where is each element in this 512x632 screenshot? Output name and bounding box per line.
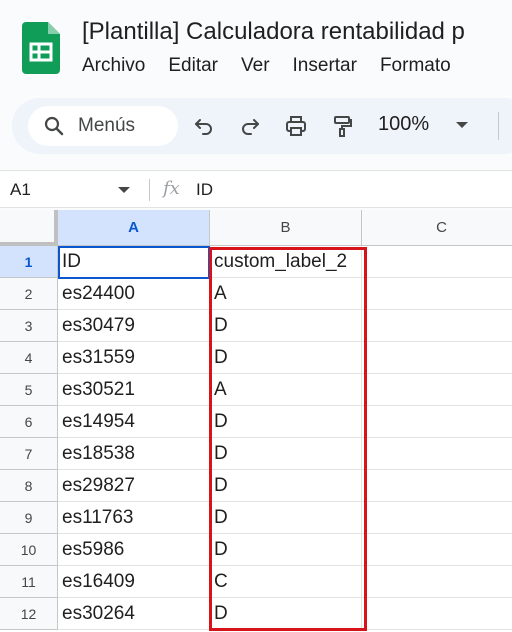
column-header-b[interactable]: B: [210, 210, 362, 246]
menu-formato[interactable]: Formato: [380, 55, 451, 77]
cell-b10[interactable]: D: [210, 534, 362, 566]
select-all-corner[interactable]: [0, 210, 58, 246]
cell-a5[interactable]: es30521: [58, 374, 210, 406]
row-header[interactable]: 2: [0, 278, 58, 310]
cell-c5[interactable]: [362, 374, 512, 406]
row-header[interactable]: 1: [0, 246, 58, 278]
cell-a10[interactable]: es5986: [58, 534, 210, 566]
cell-b7[interactable]: D: [210, 438, 362, 470]
toolbar-divider: [498, 112, 499, 140]
cell-a1[interactable]: ID: [58, 246, 210, 278]
menu-search[interactable]: Menús: [28, 106, 178, 146]
cell-c4[interactable]: [362, 342, 512, 374]
row-header[interactable]: 6: [0, 406, 58, 438]
row-header[interactable]: 9: [0, 502, 58, 534]
row-header[interactable]: 7: [0, 438, 58, 470]
cell-c9[interactable]: [362, 502, 512, 534]
menu-editar[interactable]: Editar: [168, 55, 218, 77]
sheets-logo-icon[interactable]: [22, 22, 60, 74]
undo-icon[interactable]: [192, 114, 216, 138]
toolbar: Menús 100%: [12, 98, 512, 154]
menu-archivo[interactable]: Archivo: [82, 55, 145, 77]
cell-c12[interactable]: [362, 598, 512, 630]
cell-c3[interactable]: [362, 310, 512, 342]
cell-b12[interactable]: D: [210, 598, 362, 630]
cell-c11[interactable]: [362, 566, 512, 598]
name-box[interactable]: A1: [10, 180, 31, 200]
cell-c8[interactable]: [362, 470, 512, 502]
cell-c10[interactable]: [362, 534, 512, 566]
menu-bar: Archivo Editar Ver Insertar Formato: [82, 55, 474, 77]
fx-icon: fx: [163, 178, 180, 199]
cell-b1[interactable]: custom_label_2: [210, 246, 362, 278]
cell-a3[interactable]: es30479: [58, 310, 210, 342]
cell-b5[interactable]: A: [210, 374, 362, 406]
cell-a6[interactable]: es14954: [58, 406, 210, 438]
chevron-down-icon[interactable]: [456, 122, 468, 128]
cell-b8[interactable]: D: [210, 470, 362, 502]
cell-b2[interactable]: A: [210, 278, 362, 310]
row-header[interactable]: 3: [0, 310, 58, 342]
cell-b9[interactable]: D: [210, 502, 362, 534]
cell-b4[interactable]: D: [210, 342, 362, 374]
row-header[interactable]: 4: [0, 342, 58, 374]
cell-a9[interactable]: es11763: [58, 502, 210, 534]
search-placeholder: Menús: [78, 115, 136, 136]
cell-c1[interactable]: [362, 246, 512, 278]
redo-icon[interactable]: [238, 114, 262, 138]
chevron-down-icon[interactable]: [118, 187, 130, 193]
row-header[interactable]: 12: [0, 598, 58, 630]
cell-b11[interactable]: C: [210, 566, 362, 598]
row-header[interactable]: 5: [0, 374, 58, 406]
formula-bar: A1 fx ID: [0, 170, 512, 208]
spreadsheet-grid[interactable]: A B C 1 ID custom_label_2 2 es24400 A 3 es30479 D 4 e…: [0, 210, 512, 632]
cell-b3[interactable]: D: [210, 310, 362, 342]
cell-a12[interactable]: es30264: [58, 598, 210, 630]
row-header[interactable]: 10: [0, 534, 58, 566]
cell-b6[interactable]: D: [210, 406, 362, 438]
cell-a7[interactable]: es18538: [58, 438, 210, 470]
cell-c6[interactable]: [362, 406, 512, 438]
column-header-a[interactable]: A: [58, 210, 210, 246]
menu-insertar[interactable]: Insertar: [293, 55, 357, 77]
cell-a8[interactable]: es29827: [58, 470, 210, 502]
cell-a11[interactable]: es16409: [58, 566, 210, 598]
print-icon[interactable]: [284, 114, 308, 138]
formula-input[interactable]: ID: [196, 180, 213, 200]
document-title[interactable]: [Plantilla] Calculadora rentabilidad p: [82, 18, 465, 46]
formula-divider: [149, 179, 150, 201]
zoom-select[interactable]: 100%: [378, 113, 429, 136]
cell-a2[interactable]: es24400: [58, 278, 210, 310]
cell-c7[interactable]: [362, 438, 512, 470]
cell-a4[interactable]: es31559: [58, 342, 210, 374]
row-header[interactable]: 11: [0, 566, 58, 598]
column-header-c[interactable]: C: [362, 210, 512, 246]
row-header[interactable]: 8: [0, 470, 58, 502]
menu-ver[interactable]: Ver: [241, 55, 270, 77]
cell-c2[interactable]: [362, 278, 512, 310]
search-icon: [44, 116, 64, 136]
app-header: [Plantilla] Calculadora rentabilidad p A…: [0, 0, 512, 98]
paint-format-icon[interactable]: [330, 114, 354, 138]
